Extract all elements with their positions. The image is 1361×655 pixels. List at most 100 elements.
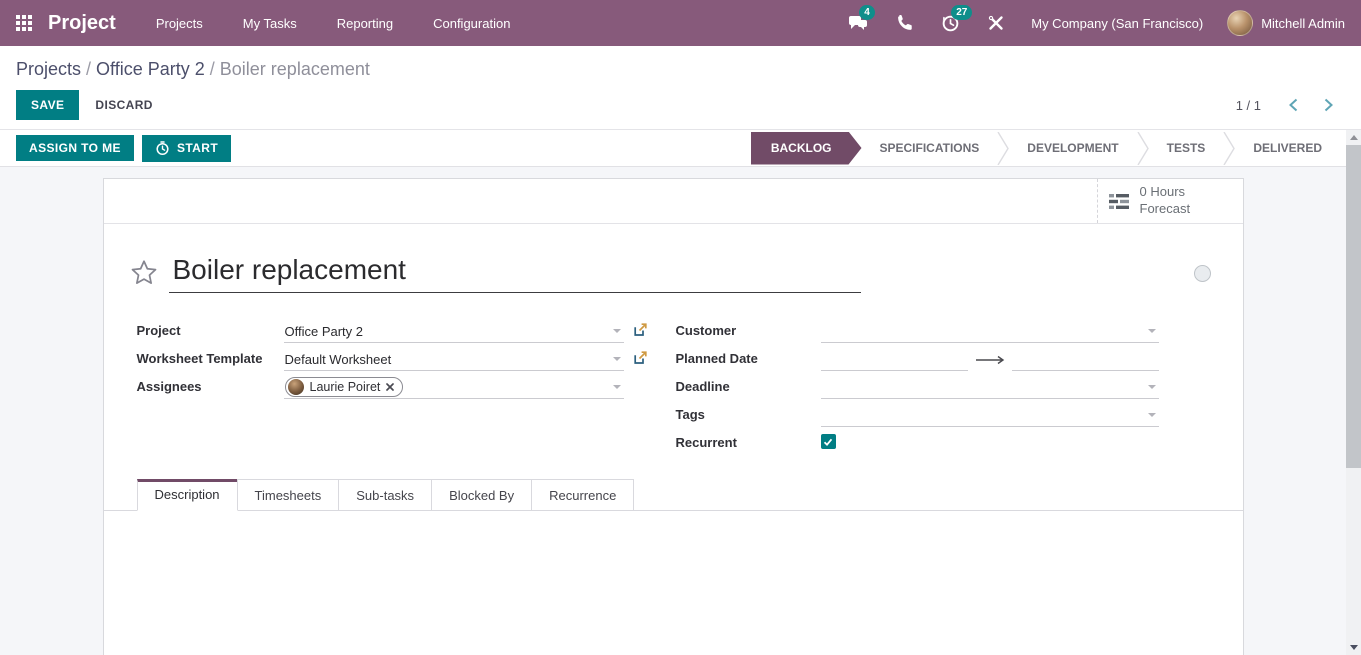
deadline-label: Deadline <box>676 376 821 394</box>
dropdown-caret-icon[interactable] <box>1148 385 1156 389</box>
stage-bar: BACKLOG SPECIFICATIONS DEVELOPMENT TESTS… <box>751 132 1340 165</box>
assignee-avatar <box>288 379 304 395</box>
planned-date-label: Planned Date <box>676 348 821 366</box>
menu-reporting[interactable]: Reporting <box>337 16 393 31</box>
activities-icon[interactable]: 27 <box>939 12 961 34</box>
discard-button[interactable]: DISCARD <box>79 90 168 120</box>
dropdown-caret-icon[interactable] <box>1148 329 1156 333</box>
notebook-tabs: Description Timesheets Sub-tasks Blocked… <box>104 479 1243 511</box>
tab-label: Sub-tasks <box>356 488 414 503</box>
check-icon <box>823 437 833 447</box>
project-value: Office Party 2 <box>285 324 364 339</box>
dropdown-caret-icon[interactable] <box>1148 413 1156 417</box>
control-panel: Projects/Office Party 2/Boiler replaceme… <box>0 46 1361 130</box>
worksheet-template-input[interactable]: Default Worksheet <box>284 348 624 371</box>
planned-date-range <box>821 348 1159 371</box>
dropdown-caret-icon[interactable] <box>613 329 621 333</box>
stage-specifications[interactable]: SPECIFICATIONS <box>862 132 998 165</box>
company-switcher[interactable]: My Company (San Francisco) <box>1031 16 1203 31</box>
breadcrumb-separator: / <box>86 59 91 79</box>
stage-development[interactable]: DEVELOPMENT <box>1009 132 1136 165</box>
stage-label: SPECIFICATIONS <box>880 141 980 155</box>
project-label: Project <box>137 320 284 338</box>
deadline-input[interactable] <box>821 376 1159 399</box>
favorite-star-icon[interactable] <box>129 258 159 288</box>
project-input[interactable]: Office Party 2 <box>284 320 624 343</box>
tab-label: Blocked By <box>449 488 514 503</box>
messages-icon[interactable]: 4 <box>847 12 869 34</box>
tasks-icon <box>1108 193 1130 210</box>
stage-backlog[interactable]: BACKLOG <box>751 132 862 165</box>
hours-forecast-button[interactable]: 0 Hours Forecast <box>1097 179 1243 223</box>
pager-value: 1 / 1 <box>1236 98 1261 113</box>
menu-configuration[interactable]: Configuration <box>433 16 510 31</box>
assignee-name: Laurie Poiret <box>310 380 381 394</box>
stage-delivered[interactable]: DELIVERED <box>1235 132 1340 165</box>
menu-projects[interactable]: Projects <box>156 16 203 31</box>
breadcrumb-office-party-2[interactable]: Office Party 2 <box>96 59 205 79</box>
customer-label: Customer <box>676 320 821 338</box>
worksheet-template-value: Default Worksheet <box>285 352 392 367</box>
scrollbar-thumb[interactable] <box>1346 145 1361 468</box>
worksheet-template-label: Worksheet Template <box>137 348 284 366</box>
content-area: 0 Hours Forecast Boiler replacement Proj… <box>0 167 1346 655</box>
breadcrumb: Projects/Office Party 2/Boiler replaceme… <box>16 56 1345 82</box>
statusbar: ASSIGN TO ME START BACKLOG SPECIFICATION… <box>0 130 1346 167</box>
tab-description[interactable]: Description <box>137 479 238 511</box>
assignee-tag[interactable]: Laurie Poiret <box>285 377 404 397</box>
customer-input[interactable] <box>821 320 1159 343</box>
recurrent-label: Recurrent <box>676 432 821 450</box>
assignees-label: Assignees <box>137 376 284 394</box>
user-menu[interactable]: Mitchell Admin <box>1227 10 1345 36</box>
description-tab-content[interactable] <box>104 511 1243 655</box>
tags-label: Tags <box>676 404 821 422</box>
save-button[interactable]: SAVE <box>16 90 79 120</box>
pager: 1 / 1 <box>1236 98 1333 113</box>
breadcrumb-current: Boiler replacement <box>220 59 370 79</box>
tags-input[interactable] <box>821 404 1159 427</box>
phone-icon[interactable] <box>893 12 915 34</box>
stat-value: 0 Hours <box>1140 184 1191 201</box>
activities-badge: 27 <box>951 5 972 20</box>
tab-recurrence[interactable]: Recurrence <box>531 479 634 510</box>
dropdown-caret-icon[interactable] <box>613 385 621 389</box>
app-name[interactable]: Project <box>48 12 116 35</box>
assign-to-me-button[interactable]: ASSIGN TO ME <box>16 135 134 161</box>
project-external-link-icon[interactable] <box>633 323 647 337</box>
stage-label: BACKLOG <box>771 141 832 155</box>
user-name: Mitchell Admin <box>1261 16 1345 31</box>
scroll-up-button[interactable] <box>1346 130 1361 145</box>
date-range-arrow-icon <box>968 355 1012 365</box>
stage-label: DELIVERED <box>1253 141 1322 155</box>
recurrent-checkbox[interactable] <box>821 434 836 449</box>
pager-previous-icon[interactable] <box>1289 98 1298 112</box>
kanban-state-indicator[interactable] <box>1194 265 1211 282</box>
tab-timesheets[interactable]: Timesheets <box>237 479 340 510</box>
nav-menu: Projects My Tasks Reporting Configuratio… <box>156 16 511 31</box>
timer-icon <box>155 141 170 156</box>
planned-date-start-input[interactable] <box>821 348 968 371</box>
breadcrumb-separator: / <box>210 59 215 79</box>
assignees-input[interactable]: Laurie Poiret <box>284 376 624 399</box>
tab-label: Description <box>155 487 220 502</box>
messages-badge: 4 <box>859 5 875 20</box>
pager-next-icon[interactable] <box>1324 98 1333 112</box>
scroll-down-button[interactable] <box>1346 640 1361 655</box>
tab-sub-tasks[interactable]: Sub-tasks <box>338 479 432 510</box>
tab-blocked-by[interactable]: Blocked By <box>431 479 532 510</box>
tab-label: Recurrence <box>549 488 616 503</box>
stage-label: DEVELOPMENT <box>1027 141 1118 155</box>
start-label: START <box>177 141 218 155</box>
start-button[interactable]: START <box>142 135 231 162</box>
dropdown-caret-icon[interactable] <box>613 357 621 361</box>
apps-menu-icon[interactable] <box>16 15 32 31</box>
menu-my-tasks[interactable]: My Tasks <box>243 16 297 31</box>
task-title-input[interactable]: Boiler replacement <box>169 254 861 293</box>
worksheet-external-link-icon[interactable] <box>633 351 647 365</box>
remove-tag-icon[interactable] <box>386 383 394 391</box>
stat-label: Forecast <box>1140 201 1191 218</box>
breadcrumb-projects[interactable]: Projects <box>16 59 81 79</box>
stage-tests[interactable]: TESTS <box>1149 132 1224 165</box>
tools-icon[interactable] <box>985 12 1007 34</box>
planned-date-end-input[interactable] <box>1012 348 1159 371</box>
